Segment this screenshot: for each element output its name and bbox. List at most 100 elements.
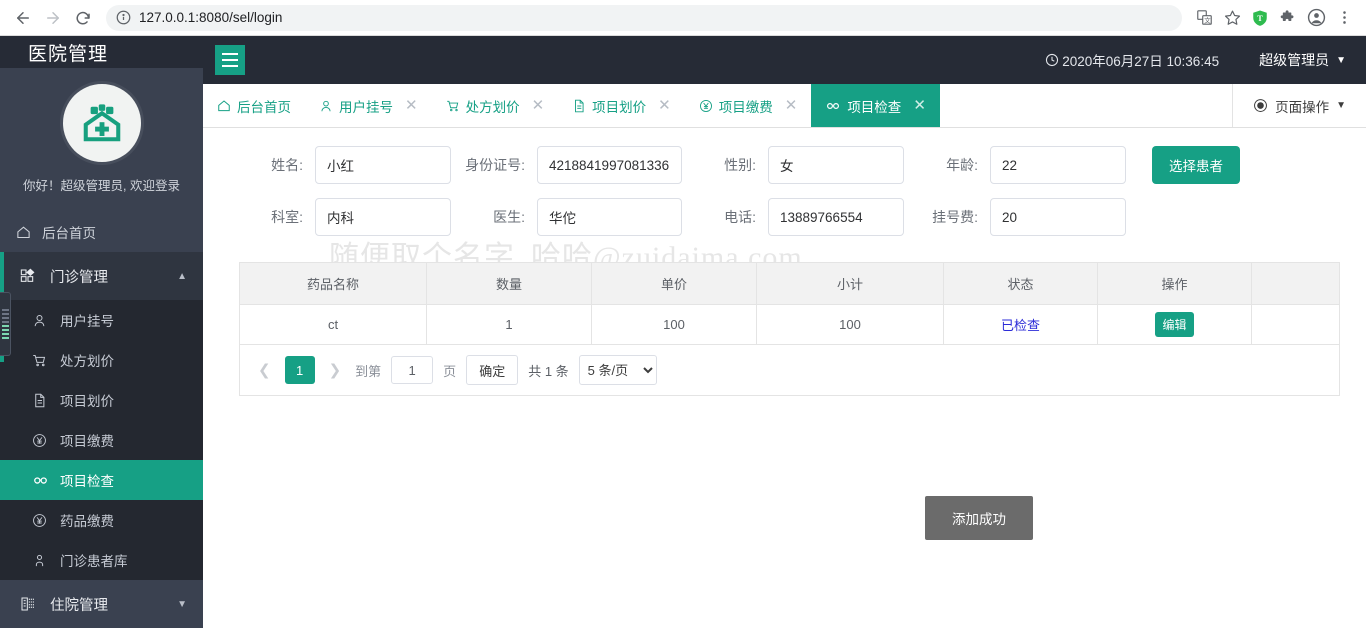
tab-item-pricing[interactable]: 项目划价 ✕	[558, 84, 685, 127]
tab-bar: 后台首页 用户挂号 ✕ 处方划价 ✕ 项目划价 ✕ 项目缴费 ✕ 项目检查 ✕ …	[203, 84, 1366, 128]
address-bar[interactable]: 127.0.0.1:8080/sel/login	[106, 4, 1182, 31]
star-icon[interactable]	[1218, 4, 1246, 32]
sidebar-item-item-pricing[interactable]: 项目划价	[0, 380, 203, 420]
sidebar-submenu-outpatient: 用户挂号 处方划价 项目划价 项目缴费 项目检查 药品缴费 门诊患者库	[0, 300, 203, 580]
close-icon[interactable]: ✕	[785, 98, 798, 113]
edit-button[interactable]: 编辑	[1155, 312, 1194, 337]
tab-user-registration[interactable]: 用户挂号 ✕	[305, 84, 432, 127]
forward-arrow-icon[interactable]	[38, 3, 68, 33]
gender-field[interactable]	[768, 146, 904, 184]
sidebar-group-outpatient[interactable]: 门诊管理 ▲	[0, 252, 203, 300]
tab-home[interactable]: 后台首页	[203, 84, 305, 127]
goto-page-input[interactable]	[391, 356, 434, 384]
tab-bar-spacer	[940, 84, 1234, 127]
close-icon[interactable]: ✕	[532, 98, 545, 113]
department-field[interactable]	[315, 198, 451, 236]
sidebar-item-outpatient-db[interactable]: 门诊患者库	[0, 540, 203, 580]
status-link[interactable]: 已检查	[1001, 318, 1040, 333]
doctor-label: 医生:	[493, 209, 525, 225]
tab-list: 后台首页 用户挂号 ✕ 处方划价 ✕ 项目划价 ✕ 项目缴费 ✕ 项目检查 ✕	[203, 84, 940, 127]
content-area: 姓名: 身份证号: 性别: 年龄: 选择患者	[203, 128, 1366, 628]
page-size-select[interactable]: 5 条/页 10 条/页 20 条/页	[578, 355, 657, 385]
age-field[interactable]	[990, 146, 1126, 184]
patient-form: 姓名: 身份证号: 性别: 年龄: 选择患者	[203, 146, 1366, 236]
id-number-field[interactable]	[537, 146, 682, 184]
col-header-drug-name: 药品名称	[239, 262, 427, 305]
form-row-1: 姓名: 身份证号: 性别: 年龄: 选择患者	[229, 146, 1340, 184]
chevron-down-icon: ▼	[1336, 54, 1346, 66]
cell-unit-price: 100	[591, 304, 757, 345]
info-circle-icon	[116, 10, 131, 25]
sidebar-profile: 你好！超级管理员, 欢迎登录	[0, 68, 203, 204]
tab-item-inspection[interactable]: 项目检查 ✕	[811, 84, 940, 127]
confirm-page-button[interactable]: 确定	[466, 355, 519, 385]
document-icon	[32, 393, 54, 408]
cell-action: 编辑	[1097, 304, 1252, 345]
admin-user-label: 超级管理员	[1259, 52, 1330, 68]
cell-extra	[1251, 304, 1340, 345]
home-icon	[217, 99, 231, 113]
field-group-gender: 性别:	[682, 146, 904, 184]
sidebar-item-user-registration[interactable]: 用户挂号	[0, 300, 203, 340]
avatar	[62, 84, 141, 162]
next-page-button[interactable]: ❯	[325, 361, 346, 379]
close-icon[interactable]: ✕	[658, 98, 671, 113]
sidebar-item-label: 处方划价	[60, 354, 114, 369]
phone-field[interactable]	[768, 198, 904, 236]
sidebar-item-label: 药品缴费	[60, 514, 114, 529]
translate-icon[interactable]: 文	[1190, 4, 1218, 32]
field-group-age: 年龄:	[904, 146, 1126, 184]
hamburger-icon[interactable]	[215, 45, 245, 75]
sidebar-item-label: 门诊患者库	[60, 554, 128, 569]
sidebar-drag-handle[interactable]	[0, 292, 11, 356]
registration-fee-field[interactable]	[990, 198, 1126, 236]
address-bar-url: 127.0.0.1:8080/sel/login	[139, 10, 283, 25]
app-shell: 医院管理 你好！超级管理员, 欢迎登录 后台首页 门诊管理 ▲ 用户挂号 处方划…	[0, 36, 1366, 628]
radio-dot-icon	[1253, 98, 1268, 113]
tab-item-payment[interactable]: 项目缴费 ✕	[685, 84, 812, 127]
sidebar-menu: 后台首页 门诊管理 ▲ 用户挂号 处方划价 项目划价 项目缴费 项目检查 药品缴…	[0, 212, 203, 628]
shield-icon[interactable]: T	[1246, 4, 1274, 32]
name-field[interactable]	[315, 146, 451, 184]
sidebar-item-prescription-pricing[interactable]: 处方划价	[0, 340, 203, 380]
field-group-phone: 电话:	[682, 198, 904, 236]
hospital-family-icon	[83, 104, 120, 142]
sidebar-group-inpatient[interactable]: 住院管理 ▼	[0, 580, 203, 628]
items-table-head: 药品名称 数量 单价 小计 状态 操作	[239, 262, 1340, 305]
doctor-field[interactable]	[537, 198, 682, 236]
table-header-row: 药品名称 数量 单价 小计 状态 操作	[239, 262, 1340, 305]
close-icon[interactable]: ✕	[405, 98, 418, 113]
sidebar-group-outpatient-label: 门诊管理	[50, 269, 108, 286]
reload-icon[interactable]	[68, 3, 98, 33]
three-dot-menu-icon[interactable]	[1330, 4, 1358, 32]
field-group-id: 身份证号:	[451, 146, 682, 184]
prev-page-button[interactable]: ❮	[254, 361, 275, 379]
sidebar-item-item-inspection[interactable]: 项目检查	[0, 460, 203, 500]
handle-line	[1, 337, 9, 339]
name-label: 姓名:	[271, 157, 303, 173]
datetime-text: 2020年06月27日 10:36:45	[1062, 54, 1220, 69]
chevron-down-icon[interactable]: ▼	[177, 599, 187, 610]
sidebar-item-item-payment[interactable]: 项目缴费	[0, 420, 203, 460]
page-number-1[interactable]: 1	[284, 356, 315, 384]
admin-user-menu[interactable]: 超级管理员 ▼	[1259, 50, 1346, 70]
table-row: ct 1 100 100 已检查 编辑	[239, 304, 1340, 345]
sidebar-item-drug-payment[interactable]: 药品缴费	[0, 500, 203, 540]
back-arrow-icon[interactable]	[8, 3, 38, 33]
welcome-text: 你好！超级管理员, 欢迎登录	[23, 179, 180, 193]
puzzle-icon[interactable]	[1274, 4, 1302, 32]
chevron-up-icon[interactable]: ▲	[177, 271, 187, 282]
main-column: 2020年06月27日 10:36:45 超级管理员 ▼ 后台首页 用户挂号 ✕	[203, 36, 1366, 628]
close-icon[interactable]: ✕	[913, 98, 926, 113]
page-operations-menu[interactable]: 页面操作 ▼	[1233, 84, 1366, 127]
sidebar-item-label: 项目划价	[60, 394, 114, 409]
cart-icon	[32, 353, 54, 368]
profile-avatar-icon[interactable]	[1302, 4, 1330, 32]
tab-prescription-pricing[interactable]: 处方划价 ✕	[432, 84, 559, 127]
items-table-wrapper: 随便取个名字_哈哈@zuidaima.com 药品名称 数量 单价 小计 状态 …	[239, 241, 1340, 396]
tab-label: 处方划价	[465, 99, 520, 115]
infinity-icon	[32, 472, 54, 489]
handle-line	[1, 321, 9, 323]
select-patient-button[interactable]: 选择患者	[1152, 146, 1240, 184]
sidebar-item-home[interactable]: 后台首页	[0, 212, 203, 252]
